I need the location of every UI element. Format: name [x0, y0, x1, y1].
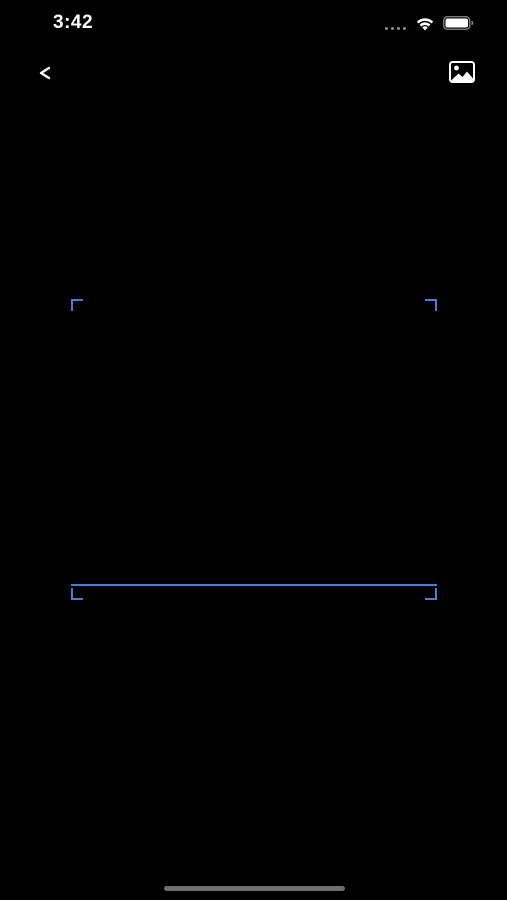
scan-frame	[71, 299, 437, 600]
frame-corner-bottom-left	[71, 588, 83, 600]
photo-library-icon	[449, 61, 475, 83]
nav-bar	[0, 50, 507, 94]
status-time: 3:42	[53, 12, 94, 33]
gallery-button[interactable]	[446, 56, 480, 90]
home-indicator	[164, 886, 345, 891]
frame-corner-top-left	[71, 299, 83, 311]
frame-corner-bottom-right	[425, 588, 437, 600]
wifi-icon	[416, 18, 434, 31]
cellular-signal-icon	[385, 27, 409, 31]
battery-icon	[443, 16, 474, 30]
scan-line	[71, 584, 437, 586]
status-bar: 3:42	[0, 0, 507, 48]
chevron-left-icon	[39, 66, 51, 80]
frame-corner-top-right	[425, 299, 437, 311]
back-button[interactable]	[30, 56, 62, 88]
